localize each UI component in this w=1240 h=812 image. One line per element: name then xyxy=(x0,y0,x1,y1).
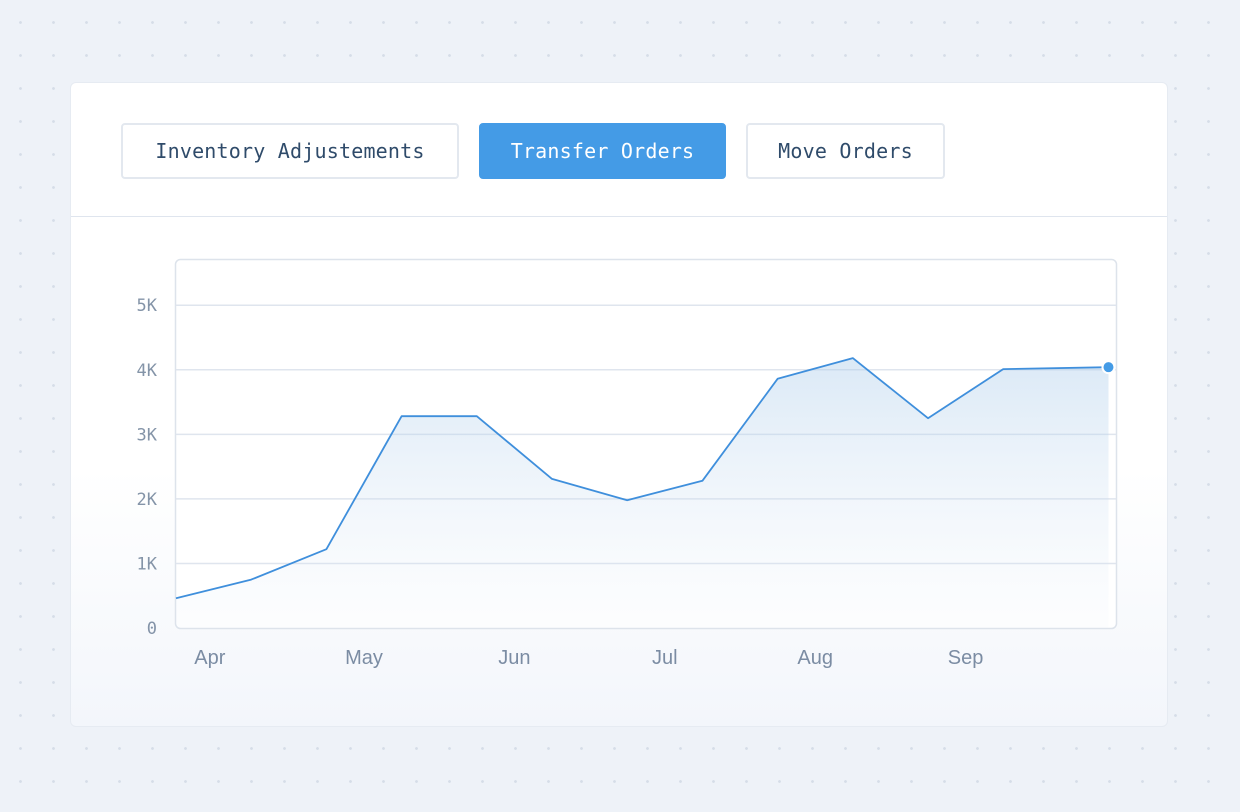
y-axis-ticks: 0 1K 2K 3K 4K 5K xyxy=(137,296,158,639)
y-tick-label: 4K xyxy=(137,361,158,381)
x-tick-label: May xyxy=(345,647,383,669)
x-tick-label: Aug xyxy=(797,647,833,669)
series-endpoint-marker xyxy=(1101,360,1116,375)
y-tick-label: 3K xyxy=(137,425,158,445)
x-tick-label: Jul xyxy=(652,647,678,669)
x-tick-label: Jun xyxy=(498,647,530,669)
y-tick-label: 5K xyxy=(137,296,158,316)
x-tick-label: Sep xyxy=(948,647,984,669)
line-chart: 0 1K 2K 3K 4K 5K Apr May Jun Jul Aug Sep xyxy=(137,258,1118,669)
y-tick-label: 1K xyxy=(137,554,158,574)
y-tick-label: 2K xyxy=(137,490,158,510)
y-tick-label: 0 xyxy=(147,619,157,639)
x-tick-label: Apr xyxy=(194,647,225,669)
x-axis-ticks: Apr May Jun Jul Aug Sep xyxy=(194,647,983,669)
